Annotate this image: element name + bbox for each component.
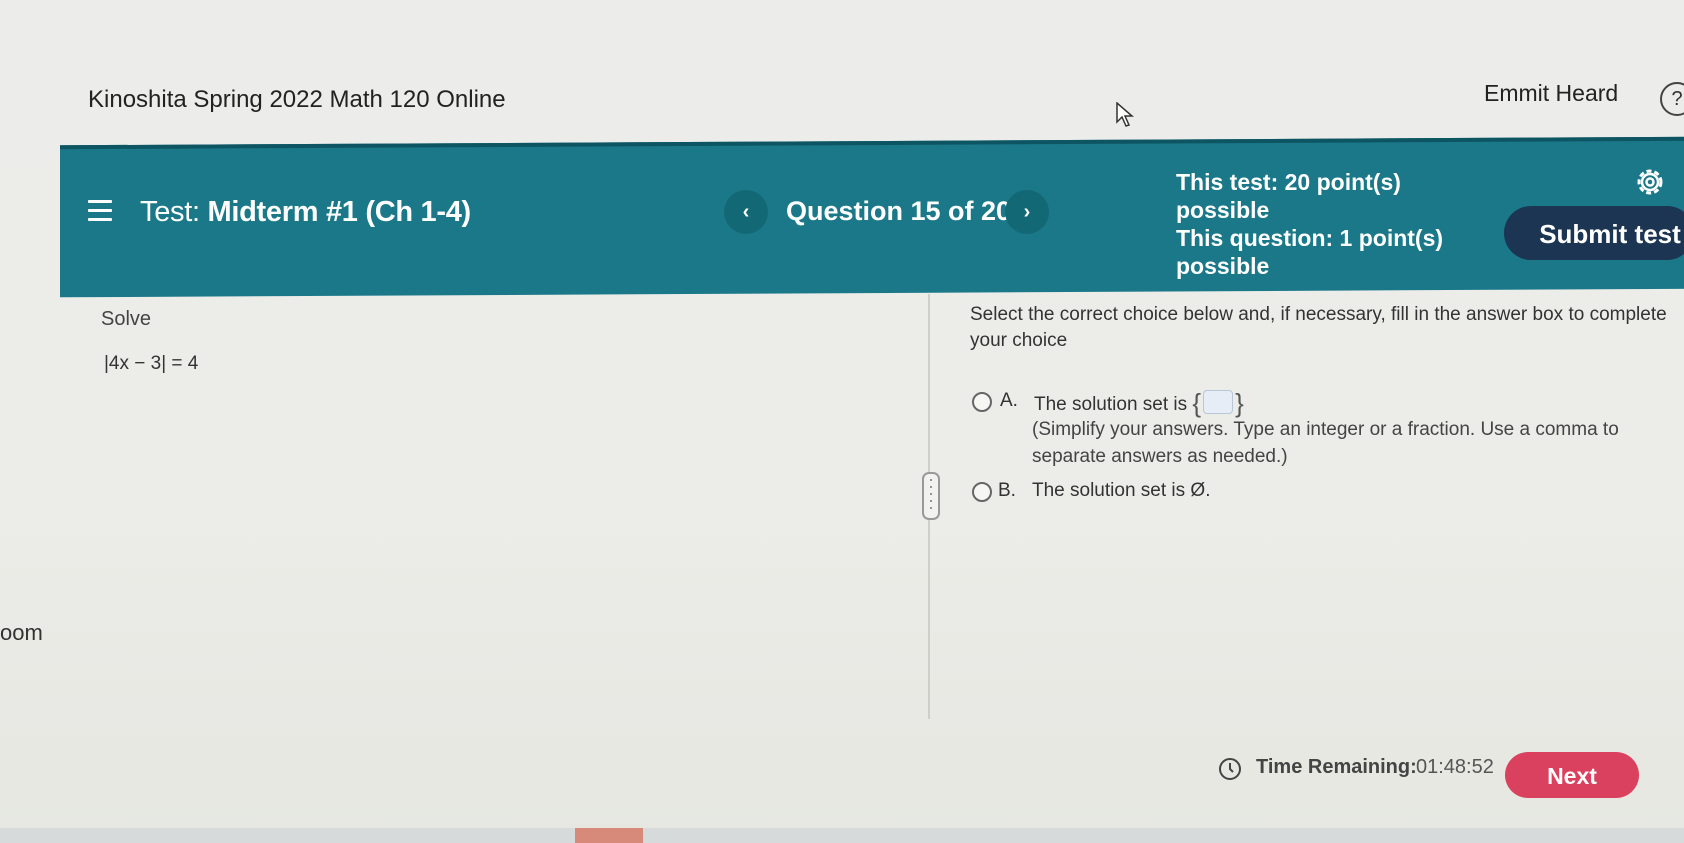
clock-icon — [1219, 758, 1241, 780]
gear-icon[interactable] — [1634, 166, 1666, 198]
open-brace: { — [1192, 388, 1202, 418]
user-name[interactable]: Emmit Heard — [1484, 80, 1618, 107]
mouse-cursor-icon — [1116, 102, 1134, 127]
taskbar-strip — [0, 828, 1684, 843]
taskbar-item[interactable] — [575, 828, 643, 843]
previous-question-button[interactable]: ‹ — [724, 190, 768, 234]
course-title[interactable]: Kinoshita Spring 2022 Math 120 Online — [88, 86, 506, 114]
panel-resize-handle[interactable] — [922, 472, 940, 520]
question-points: This question: 1 point(s) possible — [1176, 225, 1444, 279]
next-question-button[interactable]: › — [1005, 190, 1049, 234]
choice-a-text: The solution set is {} — [1034, 388, 1244, 419]
answer-instructions: Select the correct choice below and, if … — [970, 304, 1667, 351]
question-prompt: Solve — [101, 308, 152, 330]
test-points: This test: 20 point(s) possible — [1176, 169, 1401, 223]
question-counter[interactable]: Question 15 of 20 — [786, 196, 1011, 227]
next-button[interactable]: Next — [1505, 752, 1639, 798]
choice-b-letter: B. — [998, 480, 1016, 501]
choice-a-label: The solution set is — [1034, 394, 1188, 415]
submit-test-button[interactable]: Submit test — [1504, 206, 1684, 260]
menu-icon[interactable] — [88, 200, 112, 222]
test-title: Test: Midterm #1 (Ch 1-4) — [140, 196, 471, 229]
points-info: This test: 20 point(s) possible This que… — [1176, 168, 1476, 280]
time-remaining-label: Time Remaining: — [1256, 756, 1417, 778]
choice-a-letter: A. — [1000, 390, 1018, 411]
choice-b-text: The solution set is Ø. — [1032, 480, 1211, 501]
choice-b-radio[interactable] — [972, 482, 992, 502]
question-equation: |4x − 3| = 4 — [104, 353, 199, 374]
choice-a-radio[interactable] — [972, 392, 992, 412]
choice-a-hint: (Simplify your answers. Type an integer … — [1032, 419, 1619, 467]
test-name: Midterm #1 (Ch 1-4) — [207, 196, 472, 228]
close-brace: } — [1235, 388, 1244, 418]
solution-answer-box[interactable] — [1203, 390, 1234, 414]
time-remaining-value: 01:48:52 — [1416, 756, 1494, 778]
side-fragment-text: oom — [0, 620, 43, 645]
test-label: Test: — [140, 196, 200, 228]
